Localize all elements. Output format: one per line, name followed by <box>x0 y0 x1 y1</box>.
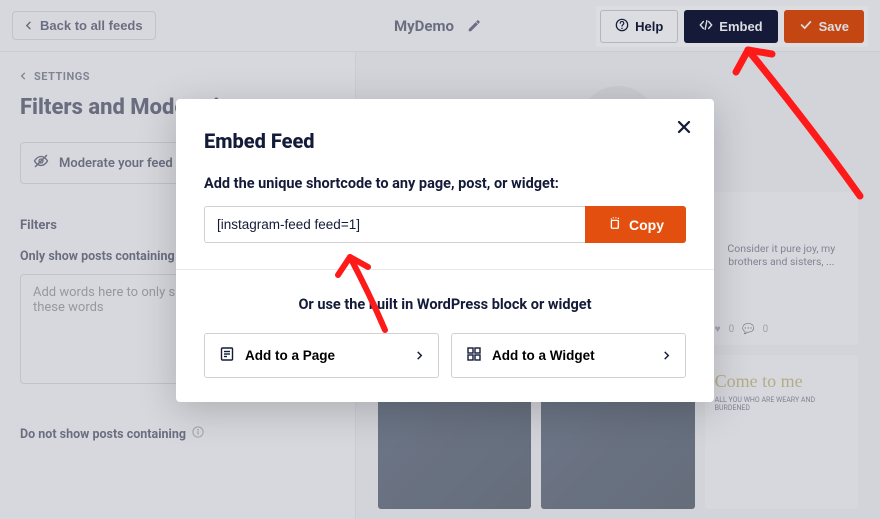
modal-title: Embed Feed <box>204 129 686 153</box>
add-to-page-button[interactable]: Add to a Page <box>204 333 439 378</box>
close-icon <box>676 119 692 135</box>
divider <box>176 269 714 270</box>
close-button[interactable] <box>672 115 696 139</box>
copy-label: Copy <box>629 217 664 233</box>
copy-icon <box>607 216 621 233</box>
page-icon <box>219 346 235 365</box>
modal-button-row: Add to a Page Add to a Widget <box>204 333 686 378</box>
chevron-right-icon <box>662 348 671 363</box>
add-page-label: Add to a Page <box>245 348 335 363</box>
add-to-widget-button[interactable]: Add to a Widget <box>451 333 686 378</box>
add-widget-label: Add to a Widget <box>492 348 595 363</box>
modal-or-text: Or use the built in WordPress block or w… <box>204 296 686 313</box>
embed-feed-modal: Embed Feed Add the unique shortcode to a… <box>176 99 714 402</box>
widget-icon <box>466 346 482 365</box>
modal-subtitle: Add the unique shortcode to any page, po… <box>204 175 686 192</box>
chevron-right-icon <box>415 348 424 363</box>
copy-button[interactable]: Copy <box>585 206 686 243</box>
shortcode-row: Copy <box>204 206 686 243</box>
shortcode-input[interactable] <box>204 206 585 243</box>
